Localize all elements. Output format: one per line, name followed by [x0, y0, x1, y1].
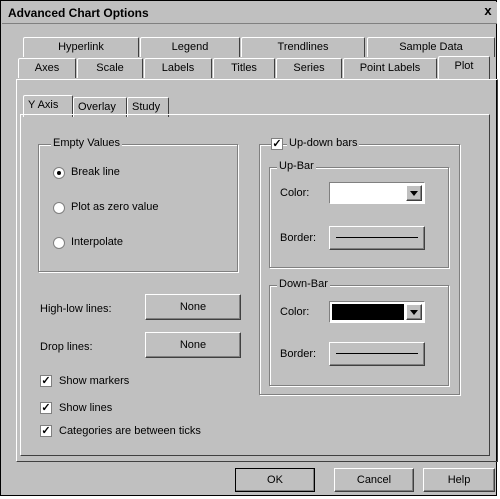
up-bar-border-button[interactable]: [329, 226, 425, 250]
advanced-chart-options-dialog: Advanced Chart Options x Hyperlink Legen…: [0, 0, 498, 496]
cancel-button[interactable]: Cancel: [334, 468, 414, 492]
help-button[interactable]: Help: [423, 468, 495, 492]
down-bar-color-label: Color:: [280, 306, 310, 318]
high-low-label: High-low lines:: [40, 303, 112, 315]
up-bar-border-label: Border:: [280, 232, 317, 244]
down-bar-color-swatch: [332, 304, 404, 320]
up-bar-color-dropdown[interactable]: [329, 182, 425, 204]
tab-trendlines[interactable]: Trendlines: [241, 37, 365, 57]
tab-plot[interactable]: Plot: [438, 56, 490, 80]
between-ticks-label: Categories are between ticks: [59, 425, 201, 437]
drop-lines-label: Drop lines:: [40, 341, 93, 353]
show-lines-checkbox[interactable]: ✓: [40, 402, 52, 414]
updown-bars-label: Up-down bars: [287, 137, 360, 149]
chevron-down-icon[interactable]: [406, 304, 422, 320]
updown-bars-checkbox[interactable]: ✓: [271, 138, 283, 150]
up-bar-color-label: Color:: [280, 187, 310, 199]
between-ticks-checkbox[interactable]: ✓: [40, 425, 52, 437]
tab-axes[interactable]: Axes: [18, 58, 76, 78]
tab-labels[interactable]: Labels: [144, 58, 212, 78]
radio-interpolate[interactable]: [53, 237, 65, 249]
tab-legend[interactable]: Legend: [140, 37, 240, 57]
radio-plot-zero[interactable]: [53, 202, 65, 214]
tab-titles[interactable]: Titles: [213, 58, 275, 78]
tab-sample-data[interactable]: Sample Data: [367, 37, 495, 57]
tab-hyperlink[interactable]: Hyperlink: [23, 37, 139, 57]
empty-values-title: Empty Values: [51, 137, 123, 149]
chevron-down-icon[interactable]: [406, 185, 422, 201]
down-bar-title: Down-Bar: [277, 278, 330, 290]
ok-button[interactable]: OK: [235, 468, 315, 492]
close-icon[interactable]: x: [481, 4, 495, 19]
high-low-button[interactable]: None: [145, 294, 241, 320]
radio-interpolate-label: Interpolate: [71, 236, 123, 248]
radio-break-line-label: Break line: [71, 166, 120, 178]
radio-plot-zero-label: Plot as zero value: [71, 201, 159, 213]
down-bar-color-dropdown[interactable]: [329, 301, 425, 323]
title-bar: Advanced Chart Options x: [2, 2, 497, 24]
down-bar-border-label: Border:: [280, 348, 317, 360]
show-lines-label: Show lines: [59, 402, 113, 414]
tab-scale[interactable]: Scale: [77, 58, 143, 78]
dialog-title: Advanced Chart Options: [8, 6, 149, 20]
up-bar-title: Up-Bar: [277, 160, 316, 172]
up-bar-color-swatch: [332, 185, 404, 201]
radio-break-line[interactable]: [53, 167, 65, 179]
down-bar-border-button[interactable]: [329, 342, 425, 366]
drop-lines-button[interactable]: None: [145, 332, 241, 358]
tab-series[interactable]: Series: [276, 58, 342, 78]
show-markers-label: Show markers: [59, 375, 130, 387]
show-markers-checkbox[interactable]: ✓: [40, 375, 52, 387]
tab-point-labels[interactable]: Point Labels: [343, 58, 437, 78]
